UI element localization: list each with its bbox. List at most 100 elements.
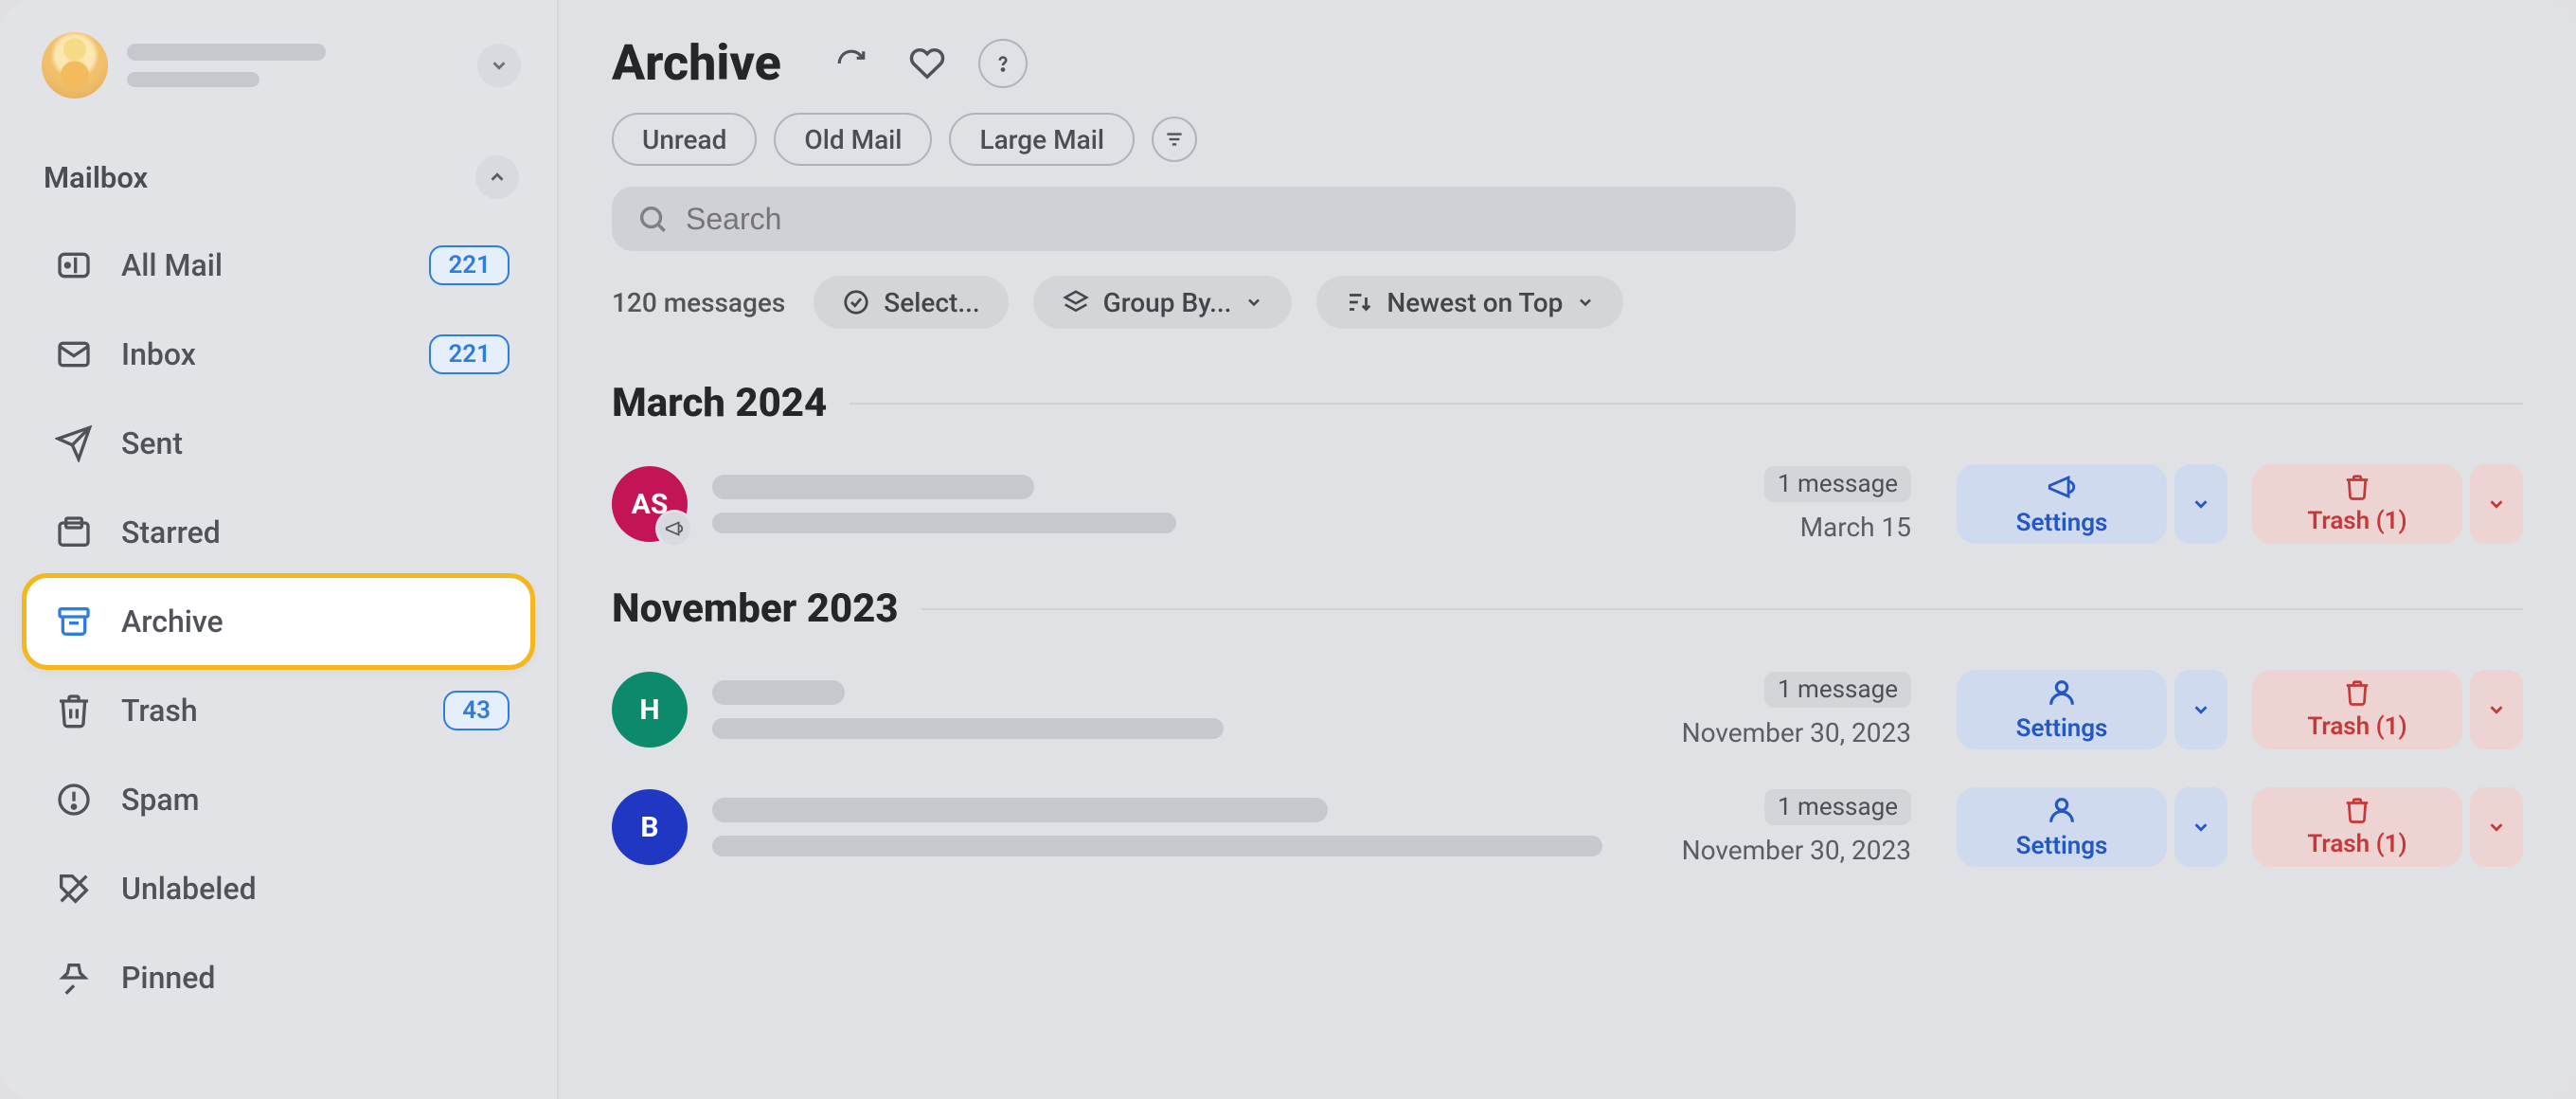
message-count-badge: 1 message [1764,672,1911,708]
refresh-button[interactable] [827,39,876,88]
message-date: November 30, 2023 [1682,717,1911,748]
toolbar-row: 120 messages Select... Group By... Newes… [612,276,2523,329]
sidebar: Mailbox All Mail 221 Inbox 221 Sent [0,0,559,1099]
message-date: November 30, 2023 [1682,835,1911,866]
profile-subtitle-placeholder [127,72,259,87]
mailbox-section-header[interactable]: Mailbox [0,117,557,216]
refresh-icon [835,47,868,80]
sent-icon [53,423,95,464]
message-row[interactable]: H1 messageNovember 30, 2023SettingsTrash… [612,657,2523,774]
sidebar-item-inbox[interactable]: Inbox 221 [27,311,530,398]
message-text [712,475,1740,533]
group-header: November 2023 [612,586,2523,632]
sidebar-item-label: Starred [121,514,510,550]
settings-label: Settings [2016,832,2108,860]
filter-chip-unread[interactable]: Unread [612,113,757,166]
help-button[interactable] [978,39,1028,88]
group-header: March 2024 [612,380,2523,426]
starred-icon [53,512,95,553]
settings-button[interactable]: Settings [1957,464,2167,544]
group-by-button[interactable]: Group By... [1033,276,1293,329]
avatar [42,32,108,99]
layers-icon [1062,288,1090,316]
sidebar-item-spam[interactable]: Spam [27,756,530,843]
message-date: March 15 [1800,512,1911,543]
spam-icon [53,779,95,820]
unlabeled-icon [53,868,95,910]
trash-button[interactable]: Trash (1) [2252,787,2462,867]
more-filters-button[interactable] [1152,117,1197,162]
select-label: Select... [884,287,979,318]
sidebar-item-badge: 43 [443,691,510,730]
sidebar-item-archive[interactable]: Archive [27,578,530,665]
message-text [712,680,1657,739]
trash-group: Trash (1) [2252,464,2523,544]
sort-label: Newest on Top [1386,287,1563,318]
profile-dropdown[interactable] [477,44,521,87]
settings-label: Settings [2016,714,2108,743]
settings-dropdown[interactable] [2174,787,2227,867]
filter-chip-large[interactable]: Large Mail [949,113,1135,166]
filter-icon [1162,127,1187,152]
trash-dropdown[interactable] [2470,464,2523,544]
sidebar-item-trash[interactable]: Trash 43 [27,667,530,754]
sidebar-item-sent[interactable]: Sent [27,400,530,487]
trash-button[interactable]: Trash (1) [2252,464,2462,544]
subject-placeholder [712,513,1176,533]
archive-icon [53,601,95,642]
trash-label: Trash (1) [2307,830,2406,858]
sort-button[interactable]: Newest on Top [1316,276,1623,329]
sidebar-item-starred[interactable]: Starred [27,489,530,576]
title-bar: Archive [612,34,2523,92]
settings-button[interactable]: Settings [1957,670,2167,749]
favorite-button[interactable] [903,39,952,88]
message-count-badge: 1 message [1764,466,1911,502]
trash-label: Trash (1) [2307,712,2406,741]
trash-group: Trash (1) [2252,787,2523,867]
select-button[interactable]: Select... [814,276,1008,329]
collapse-button[interactable] [475,155,519,199]
sender-placeholder [712,475,1034,499]
mailbox-section-title: Mailbox [44,160,148,195]
sidebar-item-all-mail[interactable]: All Mail 221 [27,222,530,309]
app-root: Mailbox All Mail 221 Inbox 221 Sent [0,0,2576,1099]
chevron-up-icon [487,167,508,188]
trash-label: Trash (1) [2307,507,2406,535]
subject-placeholder [712,836,1602,856]
message-meta: 1 message March 15 [1764,466,1911,543]
trash-group: Trash (1) [2252,670,2523,749]
trash-dropdown[interactable] [2470,670,2523,749]
settings-dropdown[interactable] [2174,670,2227,749]
chevron-down-icon [489,55,510,76]
sidebar-item-badge: 221 [429,334,510,374]
chevron-down-icon [1576,293,1595,312]
message-row[interactable]: AS1 messageMarch 15SettingsTrash (1) [612,451,2523,568]
message-meta: 1 message November 30, 2023 [1682,789,1911,866]
settings-button[interactable]: Settings [1957,787,2167,867]
settings-dropdown[interactable] [2174,464,2227,544]
profile-name-placeholder [127,44,326,61]
sidebar-item-pinned[interactable]: Pinned [27,934,530,1021]
sort-icon [1345,288,1373,316]
search-bar[interactable] [612,187,1796,251]
sidebar-item-label: All Mail [121,247,402,283]
help-icon [991,51,1015,76]
sender-avatar: B [612,789,688,865]
inbox-icon [53,333,95,375]
profile-header[interactable] [0,25,557,117]
sidebar-item-label: Sent [121,425,510,461]
sender-placeholder [712,680,845,705]
message-list: March 2024AS1 messageMarch 15SettingsTra… [612,363,2523,1099]
check-circle-icon [842,288,870,316]
message-count-badge: 1 message [1764,789,1911,825]
message-row[interactable]: B 1 message November 30, 2023 Settings Trash… [612,774,2523,892]
sidebar-item-label: Spam [121,782,510,818]
sidebar-item-unlabeled[interactable]: Unlabeled [27,845,530,932]
search-input[interactable] [686,202,1771,237]
pinned-icon [53,957,95,999]
trash-button[interactable]: Trash (1) [2252,670,2462,749]
settings-group: Settings [1957,787,2227,867]
sidebar-item-label: Unlabeled [121,871,510,907]
trash-dropdown[interactable] [2470,787,2523,867]
filter-chip-old[interactable]: Old Mail [774,113,932,166]
